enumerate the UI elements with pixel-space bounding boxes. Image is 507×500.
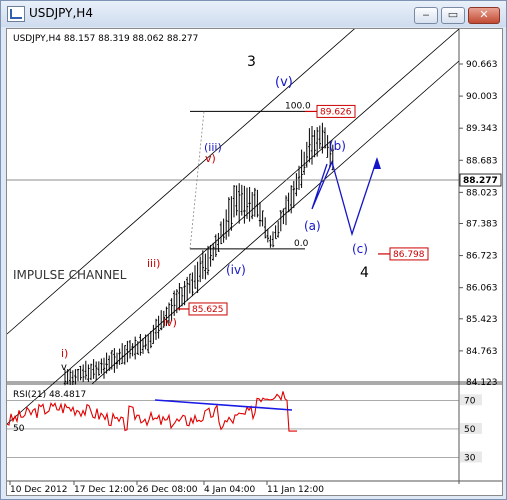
time-tick-label: 10 Dec 2012 — [10, 485, 68, 495]
price-tick-label: 88.683 — [466, 156, 498, 166]
chart-window-icon — [7, 6, 25, 22]
price-tick-label: 86.723 — [466, 252, 498, 262]
wave-i-red-label: i) — [61, 347, 68, 360]
price-tick-label: 84.123 — [466, 378, 498, 388]
wave-c-label: (c) — [352, 242, 368, 256]
price-tick-label: 87.383 — [466, 219, 498, 229]
wave-a-label: (a) — [304, 219, 321, 233]
fib-0-label: 0.0 — [294, 239, 309, 249]
impulse-channel-label: IMPULSE CHANNEL — [13, 268, 127, 282]
rsi-label: RSI(21) 48.4817 — [13, 390, 86, 400]
price-tick-label: 90.003 — [466, 92, 498, 102]
price-tick-label: 90.663 — [466, 60, 498, 70]
title-bar[interactable]: USDJPY,H4 ‒ ▭ ✕ — [1, 1, 506, 27]
price-tick-label: 89.343 — [466, 124, 498, 134]
wave-v-black-label: v — [61, 362, 67, 373]
current-price-label: 88.277 — [463, 176, 498, 186]
price-tick-label: 85.423 — [466, 315, 498, 325]
symbol-info: USDJPY,H4 88.157 88.319 88.062 88.277 — [13, 34, 198, 44]
price-tick-label: 88.023 — [466, 188, 498, 198]
wave-v-blue-label: (v) — [275, 75, 293, 90]
close-button[interactable]: ✕ — [468, 7, 500, 24]
time-tick-label: 17 Dec 12:00 — [74, 485, 135, 495]
time-tick-label: 4 Jan 04:00 — [204, 485, 256, 495]
wave-b-label: (b) — [329, 139, 346, 153]
price-tick-label: 84.763 — [466, 347, 498, 357]
target-box-89626-label: 89.626 — [320, 107, 352, 117]
wave-iv-red-label: iv) — [163, 316, 177, 329]
fib-100-label: 100.0 — [285, 101, 311, 111]
price-tick-label: 86.063 — [466, 284, 498, 294]
wave-3-label: 3 — [247, 54, 256, 70]
wave-iii-red-label: iii) — [147, 257, 160, 270]
window-title: USDJPY,H4 — [29, 6, 93, 20]
rsi-left-level-label: 50 — [13, 424, 25, 434]
wave-iv-blue-label: (iv) — [226, 263, 246, 277]
chart-window: USDJPY,H4 ‒ ▭ ✕ 100.0 0.0 89.626 86.798 85.6… — [0, 0, 507, 500]
level-box-85625-label: 85.625 — [192, 305, 224, 315]
minimize-button[interactable]: ‒ — [414, 7, 438, 24]
rsi-level-label: 30 — [464, 454, 476, 464]
wave-v-red-label: v) — [205, 152, 216, 165]
target-box-86798-label: 86.798 — [393, 250, 425, 260]
wave-4-label: 4 — [360, 265, 369, 281]
price-chart-svg: 100.00.089.62686.79885.6253(v)(iii)v)iii… — [6, 8, 502, 495]
rsi-level-label: 70 — [464, 396, 476, 406]
maximize-button[interactable]: ▭ — [441, 7, 465, 24]
time-tick-label: 26 Dec 08:00 — [137, 485, 198, 495]
rsi-level-label: 50 — [464, 425, 476, 435]
time-tick-label: 11 Jan 12:00 — [267, 485, 324, 495]
chart-area[interactable]: 100.0 0.0 89.626 86.798 85.625 3 (v) (iii) v) iii… — [6, 8, 503, 496]
